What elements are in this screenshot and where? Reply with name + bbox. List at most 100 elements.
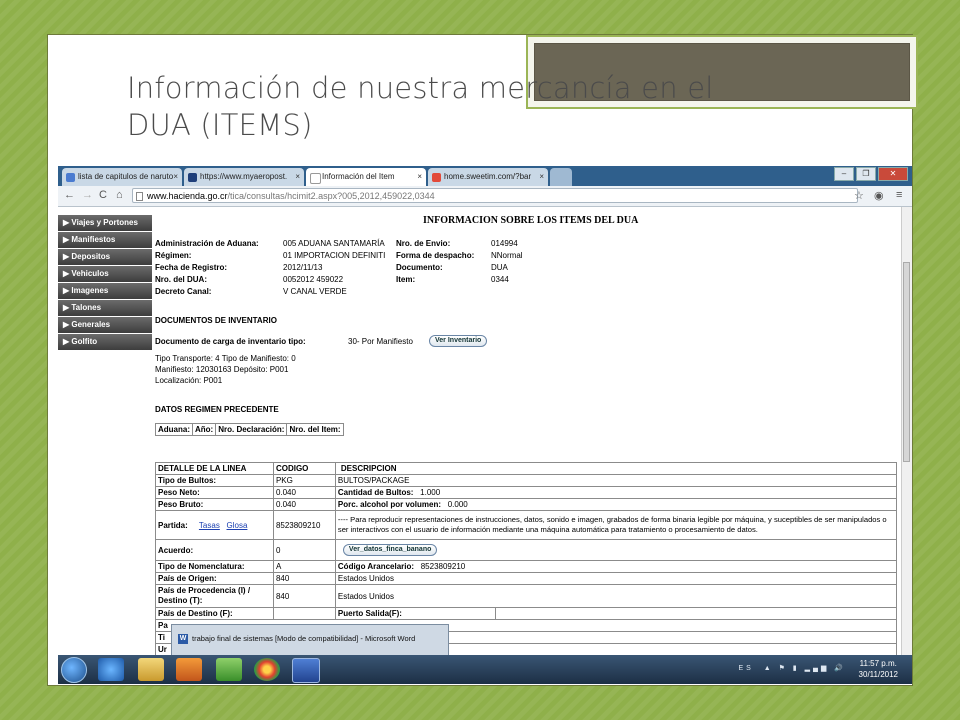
scrollbar-thumb[interactable] [903,262,910,462]
table-cell: País de Origen: [155,572,274,585]
table-cell: Ver_datos_finca_banano [334,539,898,561]
table-row: Tipo de Bultos: PKG BULTOS/PACKAGE [155,474,898,487]
media-player-icon[interactable] [176,658,202,681]
restore-icon[interactable]: ❐ [856,167,876,181]
ver-datos-finca-banano-button[interactable]: Ver_datos_finca_banano [342,544,438,556]
browser-tab-3[interactable]: Información del Item × [306,168,426,186]
table-cell: 0.040 [272,486,336,499]
canal-value: V CANAL VERDE [283,287,347,296]
reload-icon[interactable]: C [99,189,107,201]
documento-label: Documento: [396,263,443,272]
messenger-icon[interactable] [216,658,242,681]
close-tab-icon[interactable]: × [539,168,544,186]
table-cell: Porc. alcohol por volumen: 0.000 [334,498,898,511]
item-label: Item: [396,275,416,284]
vertical-scrollbar[interactable] [901,207,912,655]
extension-icon[interactable]: ◉ [874,189,884,202]
language-indicator[interactable]: ES [738,665,753,672]
canal-label: Decreto Canal: [155,287,212,296]
regimen-label: Régimen: [155,251,192,260]
back-arrow-icon[interactable]: ← [64,189,75,201]
sidebar-item-imagenes[interactable]: ▶ Imagenes [58,283,152,299]
new-tab-button[interactable] [550,168,572,186]
table-row: País de Origen: 840 Estados Unidos [155,572,898,585]
tab-label: home.sweetim.com/?bar [444,172,532,181]
browser-tab-bar: lista de capitulos de naruto × https://ww… [58,166,912,186]
microsoft-word-icon[interactable] [292,658,320,683]
sidebar-item-depositos[interactable]: ▶ Depositos [58,249,152,265]
sweetim-favicon-icon [432,173,441,182]
close-tab-icon[interactable]: × [295,168,300,186]
minimize-icon[interactable]: – [834,167,854,181]
table-row: País de Destino (F): Puerto Salida(F): [155,607,898,620]
cantidad-bultos-label: Cantidad de Bultos: [337,488,414,497]
taskbar-clock[interactable]: 11:57 p.m. 30/11/2012 [859,658,898,680]
table-row: Aduana: Año: Nro. Declaración: Nro. del … [155,423,344,436]
table-row: Peso Bruto: 0.040 Porc. alcohol por volu… [155,498,898,511]
close-tab-icon[interactable]: × [417,168,422,186]
table-header: Nro. Declaración: [215,423,288,436]
table-cell: Peso Neto: [155,486,274,499]
inventario-section-title: DOCUMENTOS DE INVENTARIO [155,316,277,325]
address-bar[interactable]: www.hacienda.go.cr/tica/consultas/hcimit… [132,188,858,203]
sidebar-item-generales[interactable]: ▶ Generales [58,317,152,333]
table-cell: Partida: Tasas Glosa [155,510,274,540]
table-cell: Tipo de Bultos: [155,474,274,487]
table-row: País de Procedencia (I) / Destino (T): 8… [155,584,898,608]
item-value: 0344 [491,275,509,284]
tasas-link[interactable]: Tasas [199,521,220,530]
ver-inventario-button[interactable]: Ver Inventario [429,335,488,347]
table-cell: PKG [272,474,336,487]
aeropost-favicon-icon [188,173,197,182]
sidebar-item-golfito[interactable]: ▶ Golfito [58,334,152,350]
dua-label: Nro. del DUA: [155,275,207,284]
documento-value: DUA [491,263,508,272]
browser-tab-2[interactable]: https://www.myaeropost. × [184,168,304,186]
url-host: www.hacienda.go.cr [147,191,228,201]
close-tab-icon[interactable]: × [173,168,178,186]
glosa-link[interactable]: Glosa [227,521,248,530]
aduana-value: 005 ADUANA SANTAMARÍA [283,239,385,248]
popup-text: trabajo final de sistemas [Modo de compa… [192,634,416,643]
table-cell: Peso Bruto: [155,498,274,511]
close-window-icon[interactable]: ✕ [878,167,908,181]
aduana-label: Administración de Aduana: [155,239,259,248]
slide-title-line1: Información de nuestra mercancía en el [127,71,714,105]
table-cell: Estados Unidos [334,584,898,608]
regimen-precedente-title: DATOS REGIMEN PRECEDENTE [155,405,279,414]
inventario-line2: Manifiesto: 12030163 Depósito: P001 [155,365,289,374]
table-cell: 840 [272,584,336,608]
browser-tab-1[interactable]: lista de capitulos de naruto × [62,168,182,186]
table-cell: A [272,560,336,573]
table-header: DESCRIPCION [334,462,898,475]
despacho-value: NNormal [491,251,523,260]
fecha-label: Fecha de Registro: [155,263,228,272]
chrome-icon[interactable] [254,658,280,681]
sidebar-item-viajes[interactable]: ▶ Viajes y Portones [58,215,152,231]
tab-label: Información del Item [322,172,395,181]
sidebar-item-manifiestos[interactable]: ▶ Manifiestos [58,232,152,248]
windows-start-icon[interactable] [61,657,87,683]
table-cell: Puerto Salida(F): [334,607,496,620]
sidebar-item-talones[interactable]: ▶ Talones [58,300,152,316]
system-tray: ES ▲ ⚑ ▮ ▂▄▆ 🔊 [738,665,846,672]
menu-icon[interactable]: ≡ [896,189,902,201]
internet-explorer-icon[interactable] [98,658,124,681]
bookmark-star-icon[interactable]: ☆ [854,189,864,202]
regimen-precedente-table: Aduana: Año: Nro. Declaración: Nro. del … [155,423,344,436]
table-row: Partida: Tasas Glosa 8523809210 ---- Par… [155,510,898,540]
sidebar-item-vehiculos[interactable]: ▶ Vehiculos [58,266,152,282]
slide-title: Información de nuestra mercancía en el D… [127,70,827,144]
table-header: Nro. del Item: [286,423,344,436]
table-row: Peso Neto: 0.040 Cantidad de Bultos: 1.0… [155,486,898,499]
taskbar-preview-popup[interactable]: W trabajo final de sistemas [Modo de com… [171,624,449,656]
forward-arrow-icon[interactable]: → [82,189,93,201]
table-row: Acuerdo: 0 Ver_datos_finca_banano [155,539,898,561]
home-icon[interactable]: ⌂ [116,189,123,201]
sidebar-menu: ▶ Viajes y Portones ▶ Manifiestos ▶ Depo… [58,215,152,351]
file-explorer-icon[interactable] [138,658,164,681]
page-title: INFORMACION SOBRE LOS ITEMS DEL DUA [423,215,639,226]
tab-label: https://www.myaeropost. [200,172,288,181]
windows-taskbar: ES ▲ ⚑ ▮ ▂▄▆ 🔊 11:57 p.m. 30/11/2012 [58,655,912,684]
browser-tab-4[interactable]: home.sweetim.com/?bar × [428,168,548,186]
